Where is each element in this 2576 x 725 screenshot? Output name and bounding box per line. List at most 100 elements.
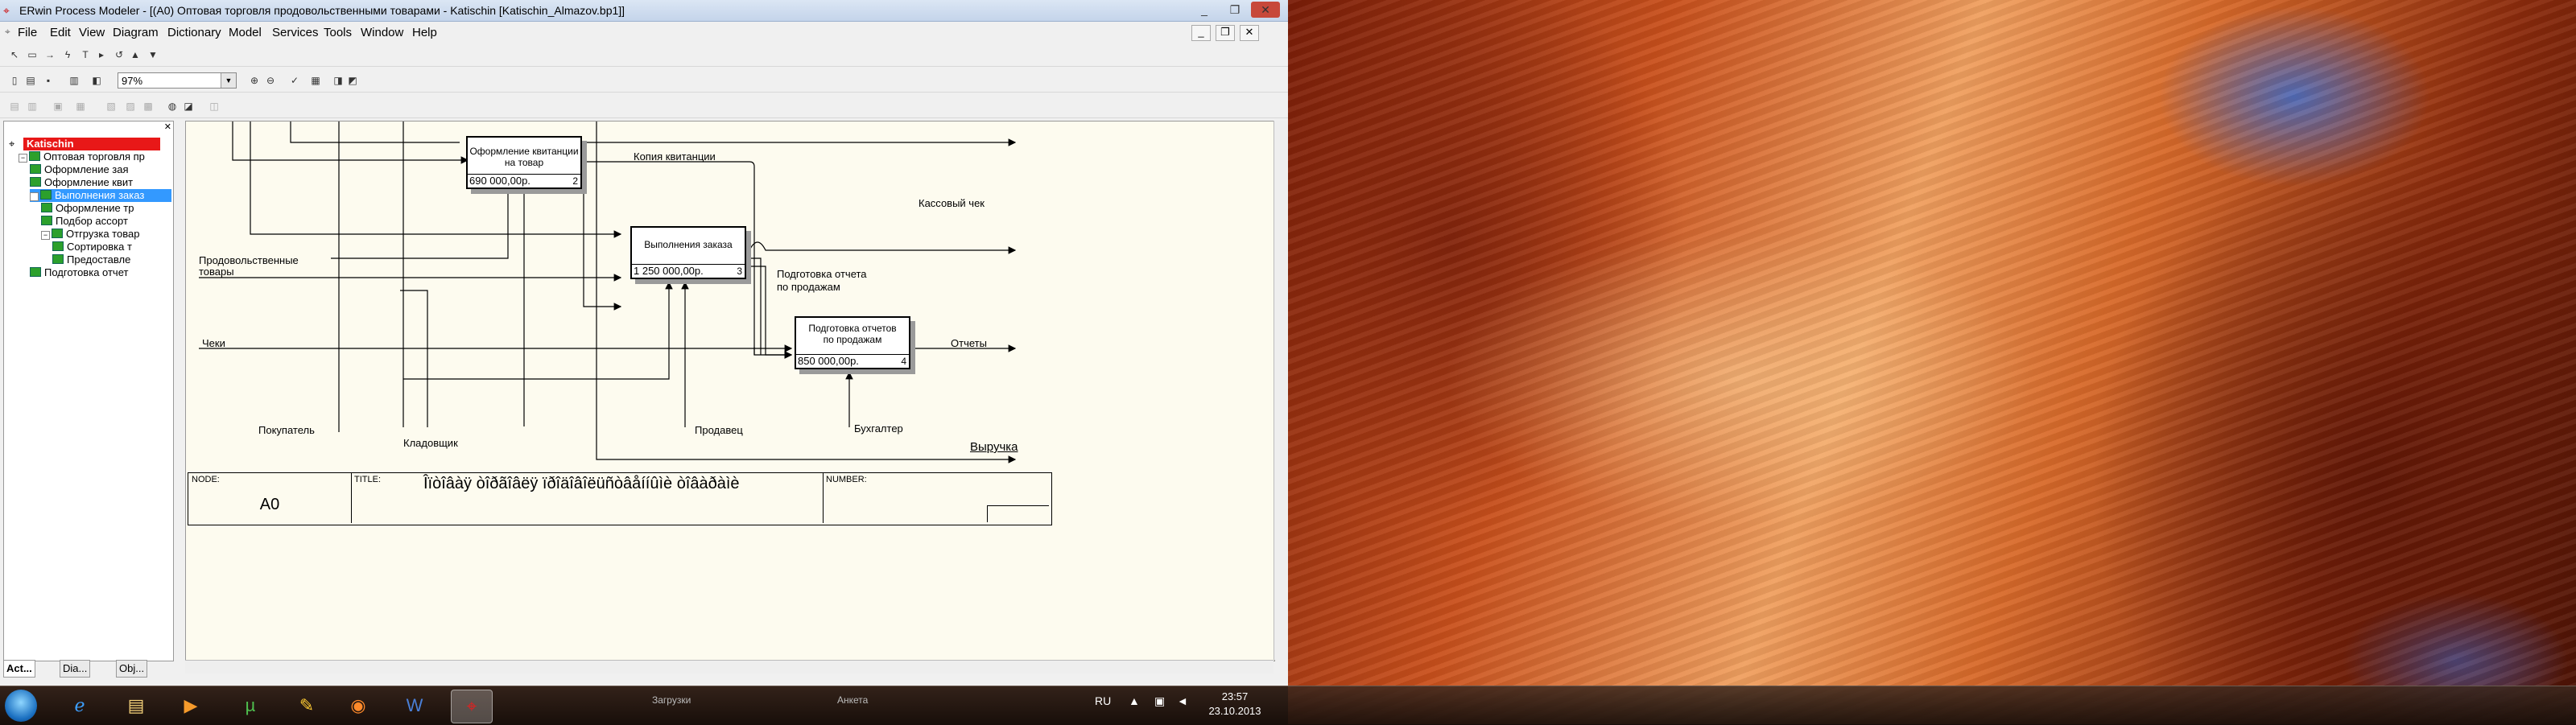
menu-diagram[interactable]: Diagram [113,26,159,39]
menu-view[interactable]: View [79,26,105,39]
menu-model[interactable]: Model [229,26,262,39]
tree-item[interactable]: Подбор ассорт [41,215,171,228]
chevron-down-icon[interactable]: ▼ [221,73,236,88]
arrow-tool-icon[interactable]: → [43,48,56,61]
internet-explorer-icon[interactable]: ℯ [60,690,100,722]
mart-help-icon[interactable]: ◫ [208,100,221,113]
arrow-label-sales-report[interactable]: Подготовка отчета по продажам [777,268,867,294]
open-folder-icon[interactable]: ▤ [24,74,37,87]
tree-item[interactable]: − Оптовая торговля пр [19,150,171,163]
maximize-button[interactable]: ❐ [1220,2,1249,18]
go-down-icon[interactable]: ▼ [147,48,159,61]
folder-icon[interactable]: ▤ [116,690,156,722]
firefox-icon[interactable]: ◉ [338,690,378,722]
arrow-order-to-report[interactable] [749,257,762,355]
zoom-select[interactable]: 97% ▼ [118,72,237,89]
document-icon[interactable]: ⌖ [5,26,10,38]
undo-icon[interactable]: ↺ [113,48,126,61]
mart-users-icon[interactable]: ◍ [166,100,179,113]
menu-dictionary[interactable]: Dictionary [167,26,221,39]
tree-item[interactable]: Предоставле [52,253,171,266]
menu-edit[interactable]: Edit [50,26,71,39]
arrow-label-cash-receipt[interactable]: Кассовый чек [919,197,985,209]
arrow-label-food-goods[interactable]: Продовольственные товары [199,255,299,278]
tree-item[interactable]: Сортировка т [52,241,171,253]
pointer-tool-icon[interactable]: ↖ [8,48,21,61]
mart-merge-icon[interactable]: ▧ [105,100,118,113]
mart-report-icon[interactable]: ◪ [182,100,195,113]
background-window-label[interactable]: Загрузки [652,694,691,706]
arrow-label-storekeeper[interactable]: Кладовщик [403,437,458,449]
tree-root-label[interactable]: Katischin [23,138,160,150]
tree-toggle-icon[interactable]: − [19,154,27,163]
close-button[interactable]: ✕ [1251,2,1280,18]
color-icon[interactable]: ◧ [90,74,103,87]
tab-diagrams[interactable]: Dia... [60,660,91,678]
tree-toggle-icon[interactable]: − [41,231,50,240]
arrow-order-to-receipt[interactable] [232,122,469,164]
vertical-scrollbar[interactable] [1274,121,1287,660]
navigator-icon[interactable]: ◩ [346,74,359,87]
arrow-label-copy-receipt[interactable]: Копия квитанции [634,150,716,163]
background-window-label[interactable]: Анкета [837,694,868,706]
arrow-cash-receipt[interactable] [749,241,1017,254]
tab-activities[interactable]: Act... [3,660,35,678]
checklist-icon[interactable]: ✓ [288,74,301,87]
tray-expand-icon[interactable]: ▲ [1129,694,1140,707]
mart-connect-icon[interactable]: ▤ [8,100,21,113]
arrow-label-reports[interactable]: Отчеты [951,337,987,349]
volume-icon[interactable]: ◄ [1177,694,1188,707]
minimize-button[interactable]: _ [1190,2,1219,18]
tree-item[interactable]: − Выполнения заказ [30,189,171,202]
arrow-label-accountant[interactable]: Бухгалтер [854,422,903,435]
arrow-label-revenue[interactable]: Выручка [970,440,1018,454]
menu-file[interactable]: File [18,26,37,39]
activity-box-tool-icon[interactable]: ▭ [26,48,39,61]
network-icon[interactable]: ▣ [1154,694,1165,708]
arrow-label-checks[interactable]: Чеки [202,337,225,349]
squiggle-tool-icon[interactable]: ϟ [61,48,74,61]
erwin-taskbar-icon[interactable]: ⌖ [451,690,493,723]
notes-icon[interactable]: ✎ [287,690,327,722]
tree-item[interactable]: Оформление зая [30,163,171,176]
tree-item[interactable]: − Отгрузка товар [41,228,171,241]
horizontal-scrollbar[interactable] [185,660,1274,674]
tab-objects[interactable]: Obj... [116,660,148,678]
arrow-label-buyer[interactable]: Покупатель [258,424,315,436]
save-icon[interactable]: ▪ [42,74,55,87]
arrow-label-seller[interactable]: Продавец [695,424,743,436]
tree-toggle-icon[interactable]: − [30,192,39,201]
title-bar[interactable]: ⌖ ERwin Process Modeler - [(A0) Оптовая … [0,0,1288,22]
new-file-icon[interactable]: ▯ [8,74,21,87]
language-indicator[interactable]: RU [1095,694,1111,707]
activity-box-order[interactable]: Выполнения заказа 1 250 000,00р. 3 [630,226,746,279]
activity-box-reports[interactable]: Подготовка отчетов по продажам 850 000,0… [795,316,910,369]
mart-lock-icon[interactable]: ▣ [52,100,64,113]
tree-root-icon[interactable]: ⌖ [9,138,14,150]
word-icon[interactable]: W [394,690,435,722]
start-button[interactable] [5,690,37,722]
menu-window[interactable]: Window [361,26,403,39]
zoom-in-icon[interactable]: ⊕ [248,74,261,87]
system-clock[interactable]: 23:57 23.10.2013 [1203,690,1267,719]
zoom-out-icon[interactable]: ⊖ [264,74,277,87]
tree-item[interactable]: Подготовка отчет [30,266,171,279]
mdi-minimize-button[interactable]: _ [1191,25,1211,41]
mart-list-icon[interactable]: ▨ [124,100,137,113]
mdi-close-button[interactable]: ✕ [1240,25,1259,41]
go-up-icon[interactable]: ▲ [129,48,142,61]
off-page-tool-icon[interactable]: ▸ [95,48,108,61]
menu-tools[interactable]: Tools [324,26,352,39]
tree-item[interactable]: Оформление квит [30,176,171,189]
arrow-top-feed[interactable] [290,122,460,143]
close-icon[interactable]: ✕ [164,122,171,132]
diagram-canvas[interactable]: Оформление квитанции на товар 690 000,00… [185,121,1275,661]
arrow-receipt-to-order[interactable] [577,171,622,311]
media-player-icon[interactable]: ▶ [171,690,211,722]
utorrent-icon[interactable]: µ [230,690,270,722]
text-tool-icon[interactable]: T [79,48,92,61]
mart-grid-icon[interactable]: ▩ [142,100,155,113]
mdi-restore-button[interactable]: ❐ [1216,25,1235,41]
print-icon[interactable]: ▥ [68,74,80,87]
report-icon[interactable]: ▦ [309,74,322,87]
